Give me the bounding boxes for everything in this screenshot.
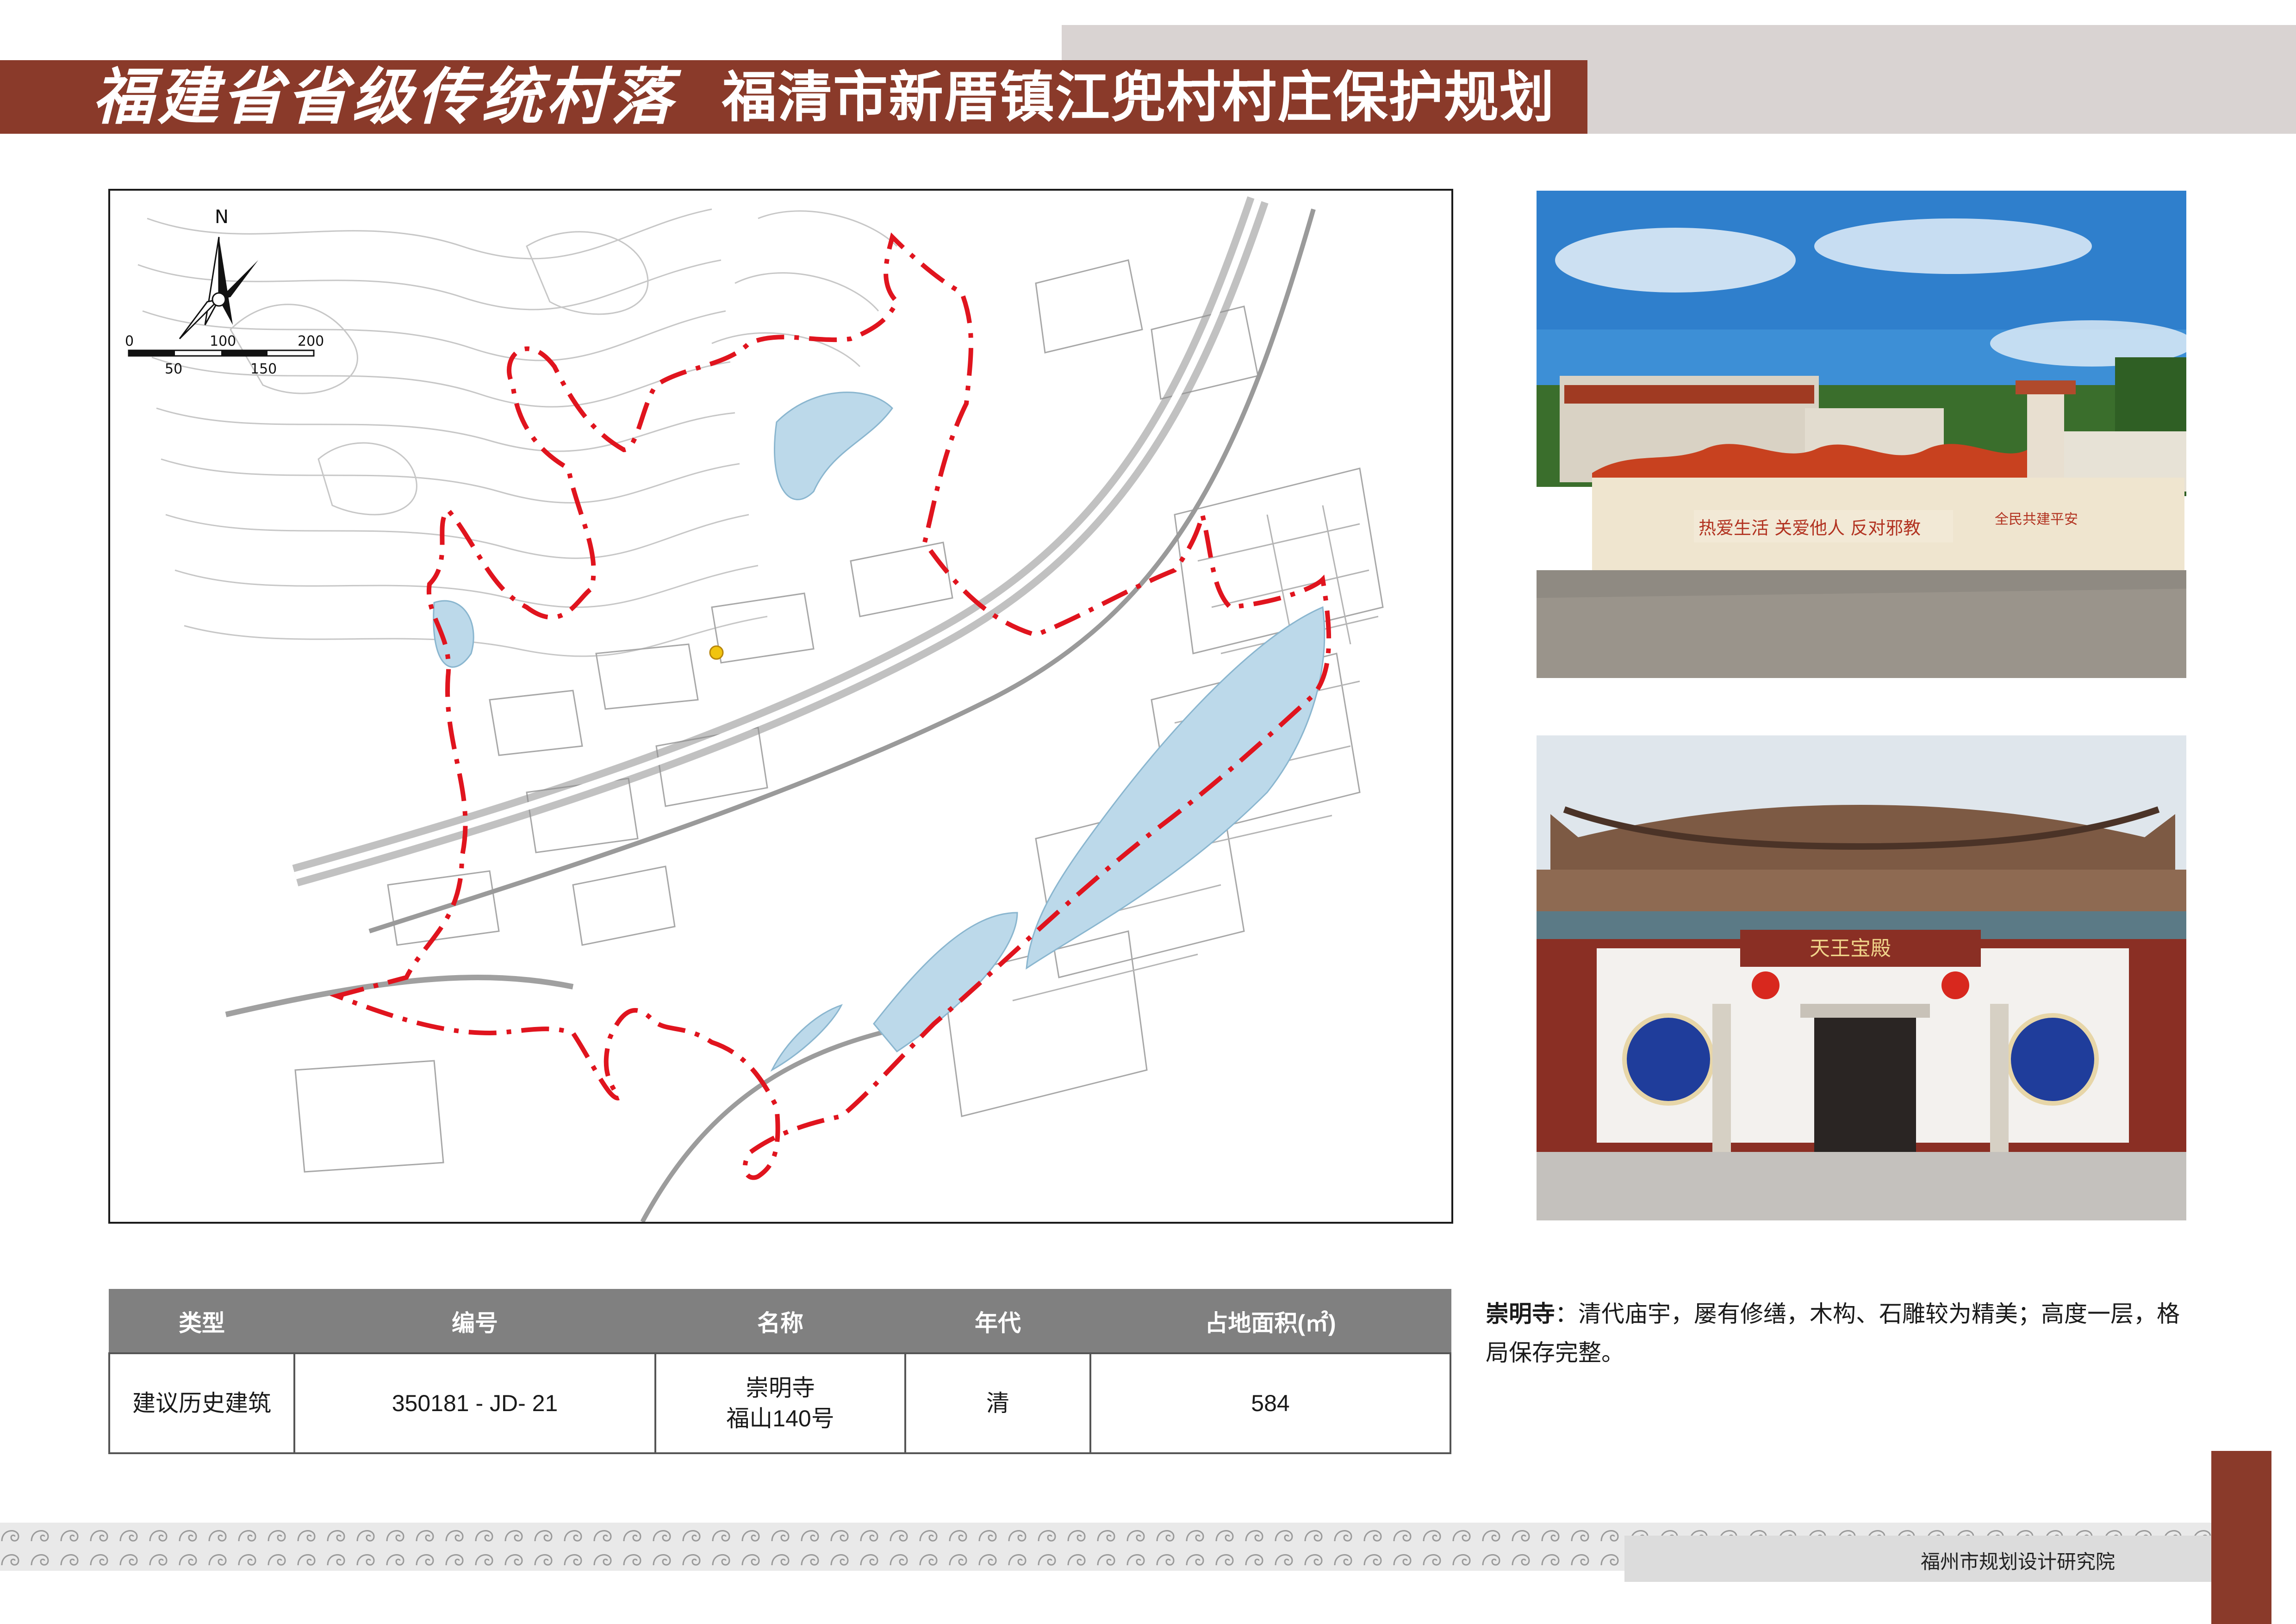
description-text: ：清代庙宇，屡有修缮，木构、石雕较为精美；高度一层，格局保存完整。	[1486, 1301, 2180, 1366]
institute-name: 福州市规划设计研究院	[1921, 1550, 2116, 1573]
table-header-row: 类型 编号 名称 年代 占地面积(㎡)	[108, 1289, 1451, 1354]
wall-slogan-left: 热爱生活 关爱他人 反对邪教	[1699, 518, 1921, 538]
village-map: N 0 100 200 50 150	[108, 189, 1453, 1224]
scale-tick-50: 50	[165, 361, 182, 377]
scale-tick-150: 150	[250, 361, 277, 377]
temple-location-marker	[709, 645, 724, 660]
table-row: 建议历史建筑 350181 - JD- 21 崇明寺 福山140号 清 584	[108, 1352, 1451, 1454]
temple-wall-photo: 热爱生活 关爱他人 反对邪教 全民共建平安	[1537, 191, 2186, 678]
temple-facade-photo: 天王宝殿	[1537, 735, 2186, 1220]
temple-description: 崇明寺：清代庙宇，屡有修缮，木构、石雕较为精美；高度一层，格局保存完整。	[1486, 1294, 2189, 1372]
north-arrow-icon	[179, 236, 258, 340]
scale-tick-0: 0	[125, 333, 134, 349]
wall-slogan-right: 全民共建平安	[1995, 511, 2078, 528]
header-area: 占地面积(㎡)	[1089, 1289, 1451, 1354]
cell-name-line1: 崇明寺	[746, 1375, 815, 1401]
expressway	[225, 196, 1316, 1222]
header-code: 编号	[293, 1289, 656, 1354]
water-bodies	[433, 392, 1325, 1072]
cell-era: 清	[904, 1352, 1091, 1454]
footer-red-bar	[2211, 1451, 2271, 1624]
scale-tick-100: 100	[210, 333, 236, 349]
scale-tick-200: 200	[298, 333, 324, 349]
cell-type: 建议历史建筑	[108, 1352, 295, 1454]
heritage-info-table: 类型 编号 名称 年代 占地面积(㎡) 建议历史建筑 350181 - JD- …	[108, 1289, 1451, 1454]
hall-plaque: 天王宝殿	[1810, 937, 1891, 960]
header-type: 类型	[108, 1289, 295, 1354]
cell-name-line2: 福山140号	[726, 1406, 834, 1431]
footer-grey-block	[1624, 1536, 2211, 1582]
series-title: 福建省省级传统村落	[93, 61, 676, 133]
plan-title: 福清市新厝镇江兜村村庄保护规划	[722, 65, 1556, 129]
north-label: N	[215, 206, 229, 228]
footer-pattern-band-lower	[0, 1547, 1624, 1571]
cell-area: 584	[1089, 1352, 1451, 1454]
scale-bar	[128, 349, 315, 357]
cell-name: 崇明寺 福山140号	[654, 1352, 906, 1454]
description-label: 崇明寺	[1486, 1301, 1555, 1327]
header-name: 名称	[654, 1289, 906, 1354]
header-era: 年代	[904, 1289, 1091, 1354]
cell-code: 350181 - JD- 21	[293, 1352, 656, 1454]
